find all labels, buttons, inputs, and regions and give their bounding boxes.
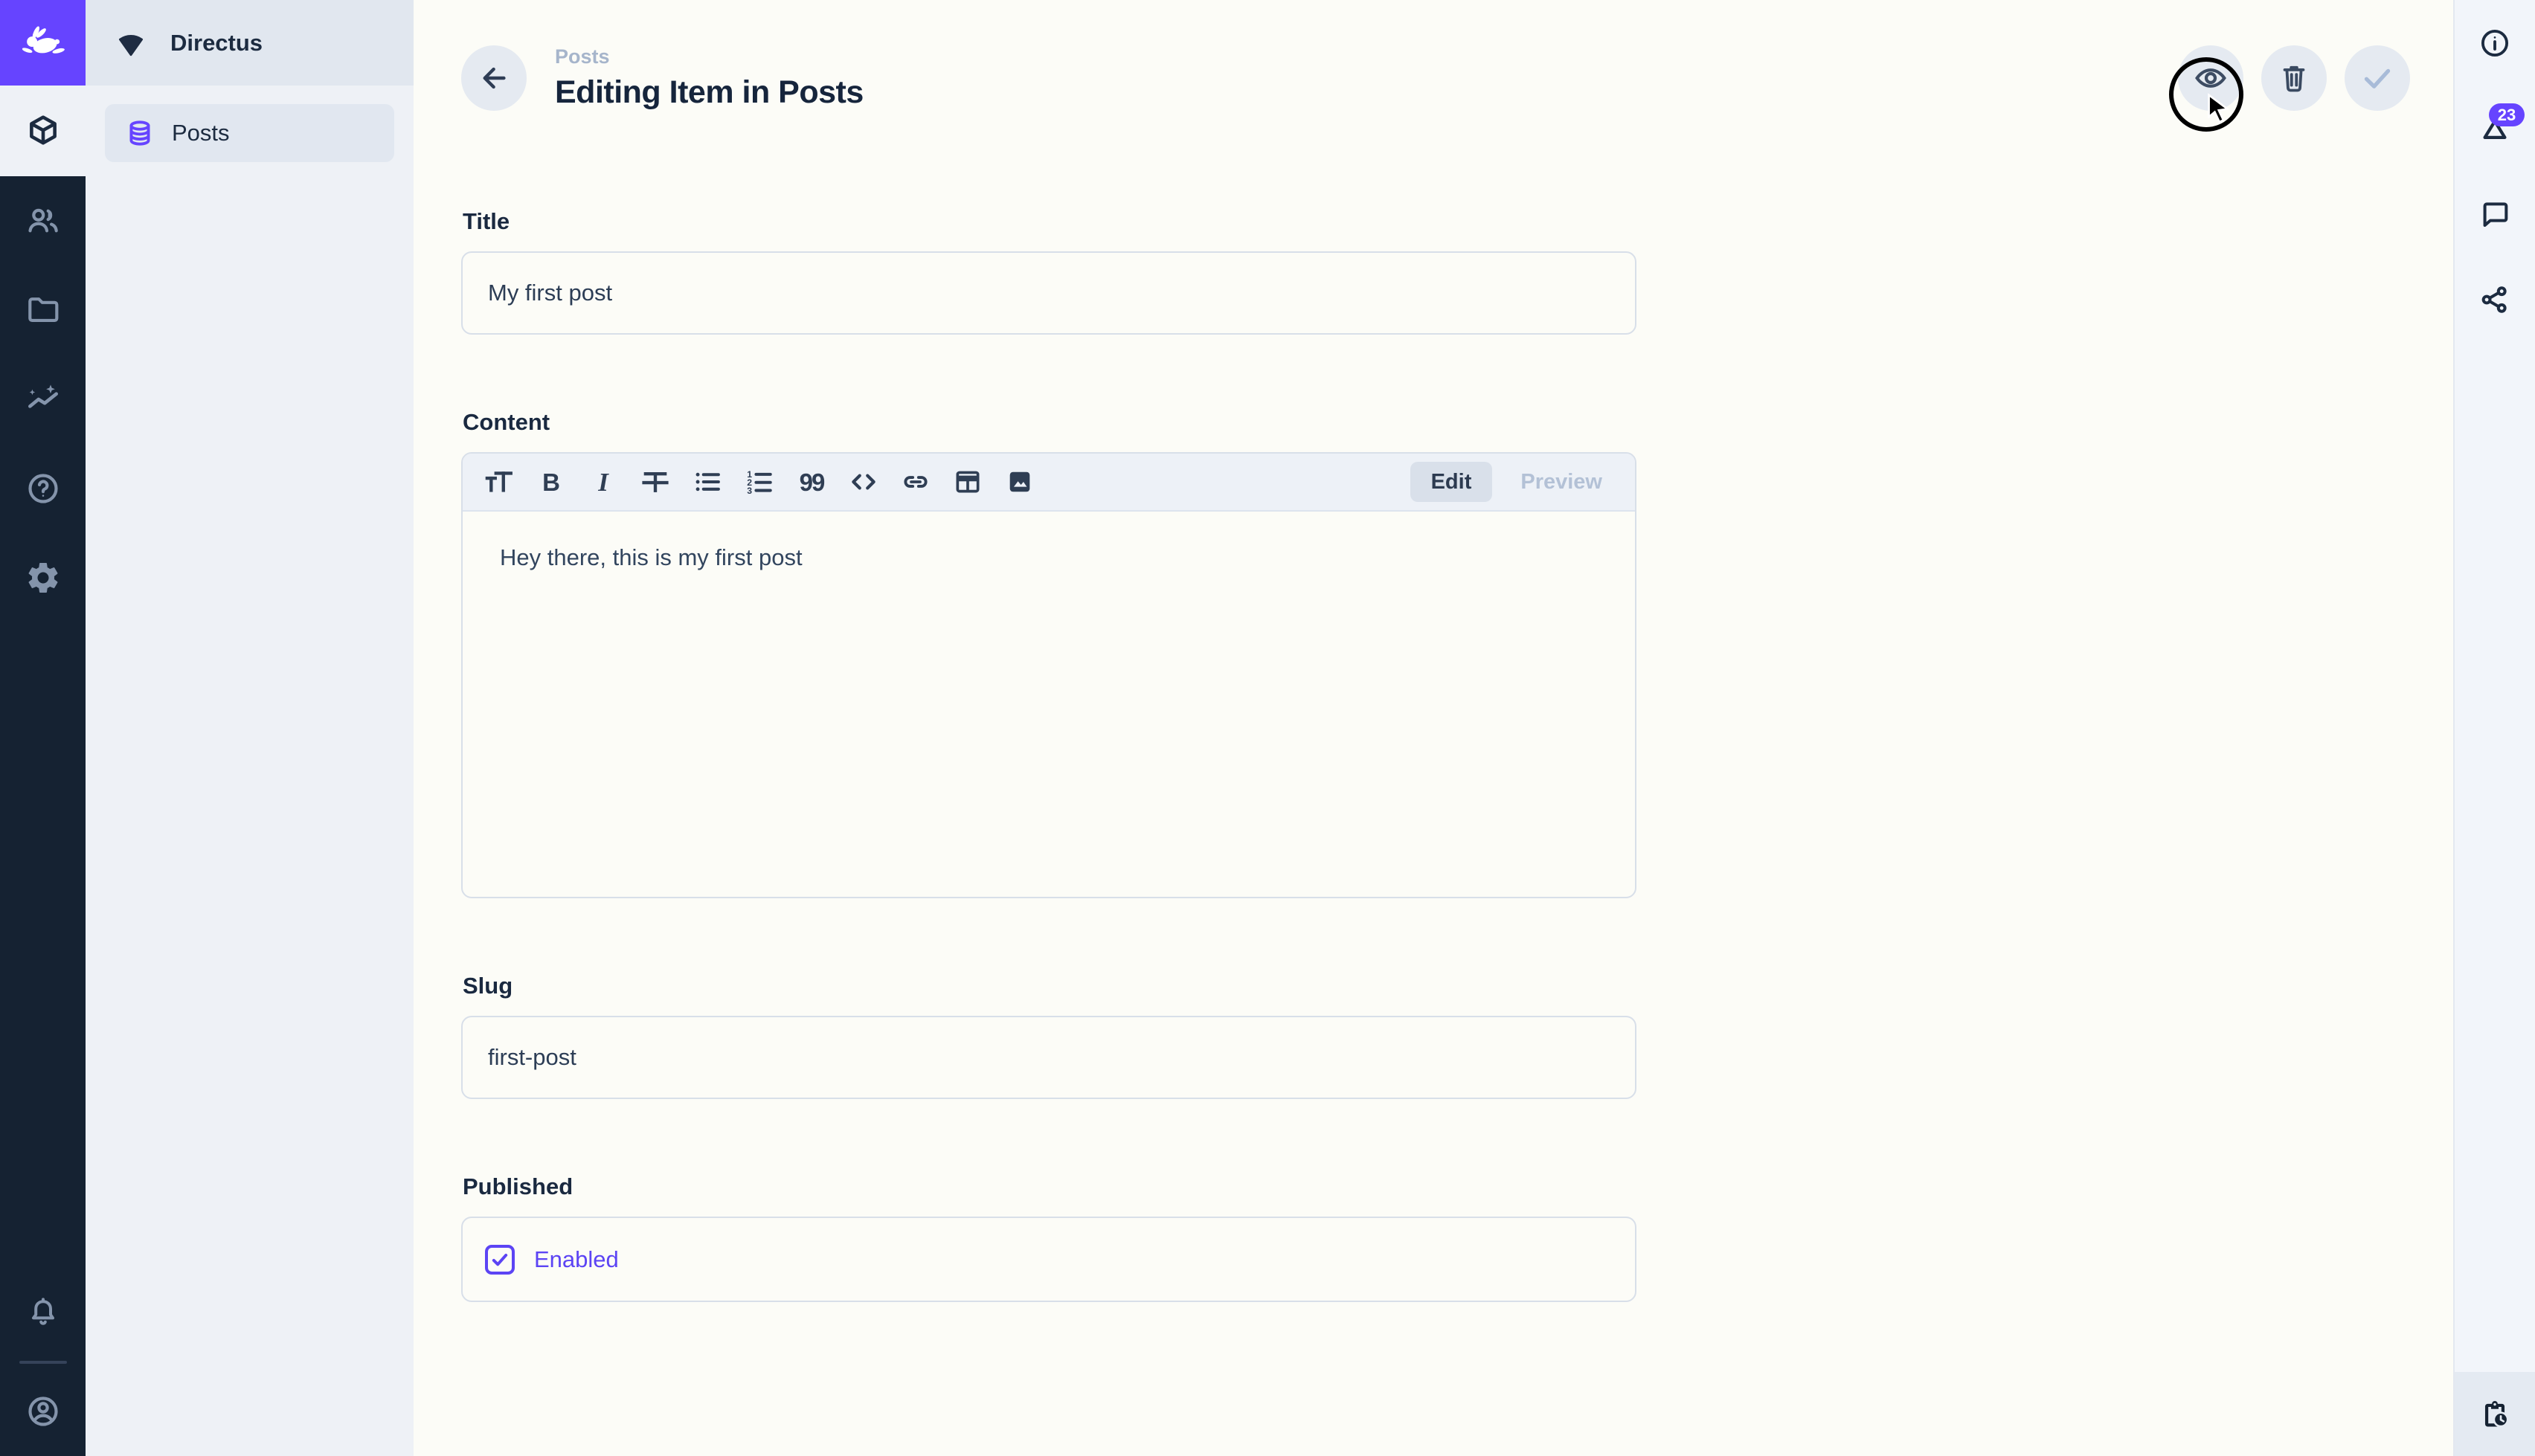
main-content: Posts Editing Item in Posts <box>414 0 2453 1456</box>
module-users[interactable] <box>0 176 86 265</box>
project-chooser[interactable]: Directus <box>86 0 414 86</box>
nav-sidebar: Directus Posts <box>86 0 414 1456</box>
comment-icon <box>2478 197 2512 231</box>
numbered-list-icon[interactable]: 123 <box>733 459 785 505</box>
save-item-button[interactable] <box>2345 45 2410 111</box>
blockquote-icon[interactable]: 99 <box>785 459 838 505</box>
field-slug: Slug first-post <box>461 973 1636 1099</box>
check-icon <box>2359 59 2396 97</box>
sidebar-drawer-button[interactable] <box>2455 1372 2535 1456</box>
published-toggle-box: Enabled <box>461 1217 1636 1302</box>
page-title: Editing Item in Posts <box>555 74 864 111</box>
published-checkbox-label[interactable]: Enabled <box>534 1246 619 1273</box>
pending-actions-icon <box>2478 1397 2512 1431</box>
title-label: Title <box>463 208 1635 235</box>
user-circle-icon <box>25 1393 62 1430</box>
slug-label: Slug <box>463 973 1635 999</box>
link-icon[interactable] <box>890 459 942 505</box>
project-name: Directus <box>170 30 263 57</box>
sidebar-item-posts[interactable]: Posts <box>105 104 394 162</box>
item-form: Title My first post Content B I <box>461 208 1636 1376</box>
italic-icon[interactable]: I <box>577 459 629 505</box>
shares-button[interactable] <box>2455 257 2535 342</box>
editor-tabs: Edit Preview <box>1410 462 1626 502</box>
field-title: Title My first post <box>461 208 1636 335</box>
help-icon <box>25 470 62 507</box>
module-settings[interactable] <box>0 533 86 622</box>
sidebar-item-label: Posts <box>172 120 230 146</box>
module-bar <box>0 0 86 1456</box>
right-sidebar: 23 <box>2453 0 2535 1456</box>
published-label: Published <box>463 1173 1635 1200</box>
svg-text:3: 3 <box>747 486 752 496</box>
tab-edit[interactable]: Edit <box>1410 462 1493 502</box>
notification-count-badge: 23 <box>2489 103 2525 126</box>
slug-input[interactable]: first-post <box>461 1016 1636 1099</box>
item-info-button[interactable] <box>2455 0 2535 86</box>
notifications-button[interactable] <box>0 1272 86 1353</box>
directus-app: Directus Posts <box>0 0 2535 1456</box>
revisions-button[interactable]: 23 <box>2455 86 2535 171</box>
strikethrough-icon[interactable] <box>629 459 681 505</box>
title-input[interactable]: My first post <box>461 251 1636 335</box>
header-actions <box>2178 45 2410 111</box>
directus-logo[interactable] <box>0 0 86 86</box>
preview-item-button[interactable] <box>2178 45 2243 111</box>
published-checkbox[interactable] <box>485 1245 515 1275</box>
insights-icon <box>25 381 62 418</box>
page-header: Posts Editing Item in Posts <box>414 0 2453 156</box>
bell-icon <box>25 1295 61 1330</box>
content-textarea[interactable]: Hey there, this is my first post <box>463 512 1635 897</box>
bullet-list-icon[interactable] <box>681 459 733 505</box>
eye-icon <box>2193 60 2229 96</box>
code-icon[interactable] <box>838 459 890 505</box>
header-titles: Posts Editing Item in Posts <box>555 45 864 111</box>
fan-icon <box>114 26 148 60</box>
bold-icon[interactable]: B <box>525 459 577 505</box>
share-icon <box>2478 283 2512 317</box>
users-icon <box>25 202 62 239</box>
field-content: Content B I <box>461 409 1636 898</box>
box-icon <box>25 112 62 149</box>
markdown-editor: B I <box>461 452 1636 898</box>
folder-icon <box>25 291 62 329</box>
back-button[interactable] <box>461 45 527 111</box>
editor-toolbar: B I <box>463 454 1635 512</box>
comments-button[interactable] <box>2455 171 2535 257</box>
arrow-left-icon <box>477 61 511 95</box>
account-button[interactable] <box>0 1371 86 1452</box>
image-icon[interactable] <box>994 459 1046 505</box>
module-files[interactable] <box>0 265 86 355</box>
rabbit-logo-icon <box>20 20 66 66</box>
info-icon <box>2478 26 2512 60</box>
content-label: Content <box>463 409 1635 436</box>
module-help[interactable] <box>0 444 86 533</box>
delete-item-button[interactable] <box>2261 45 2327 111</box>
rail-divider <box>19 1361 67 1364</box>
module-insights[interactable] <box>0 355 86 444</box>
tab-preview[interactable]: Preview <box>1500 462 1623 502</box>
trash-icon <box>2277 61 2311 95</box>
nav-items: Posts <box>86 86 414 181</box>
database-icon <box>124 117 155 149</box>
module-content[interactable] <box>0 86 86 176</box>
field-published: Published Enabled <box>461 1173 1636 1302</box>
table-icon[interactable] <box>942 459 994 505</box>
breadcrumb[interactable]: Posts <box>555 45 864 68</box>
gear-icon <box>25 559 62 596</box>
text-size-icon[interactable] <box>473 459 525 505</box>
